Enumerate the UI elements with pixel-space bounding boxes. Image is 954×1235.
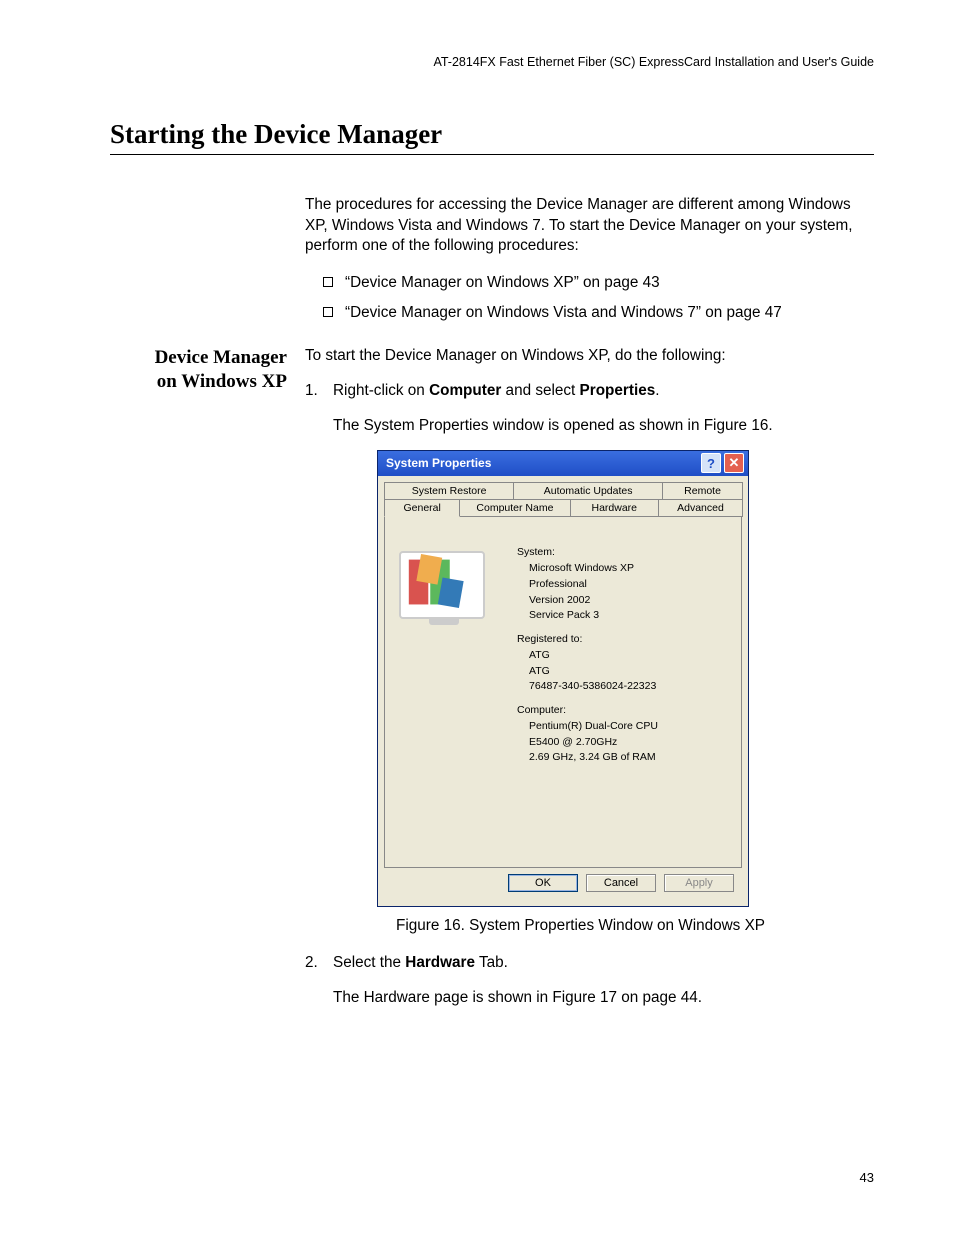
step-1: 1. Right-click on Computer and select Pr… — [305, 381, 874, 402]
bullet-text: “Device Manager on Windows XP” on page 4… — [345, 271, 660, 295]
tab-general[interactable]: General — [384, 499, 460, 517]
system-info: System: Microsoft Windows XP Professiona… — [517, 537, 658, 766]
figure-16: System Properties ? ✕ System Restore Aut… — [377, 450, 874, 907]
system-label: System: — [517, 545, 658, 561]
section-heading: Device Manageron Windows XP — [110, 346, 305, 394]
tab-remote[interactable]: Remote — [662, 482, 743, 499]
page-title: Starting the Device Manager — [110, 119, 874, 155]
step-2: 2. Select the Hardware Tab. — [305, 953, 874, 974]
apply-button[interactable]: Apply — [664, 874, 734, 892]
tab-advanced[interactable]: Advanced — [658, 499, 743, 517]
help-icon[interactable]: ? — [701, 453, 721, 473]
window-titlebar[interactable]: System Properties ? ✕ — [378, 451, 748, 476]
close-icon[interactable]: ✕ — [724, 453, 744, 473]
list-item: “Device Manager on Windows XP” on page 4… — [323, 271, 874, 295]
step-1-result: The System Properties window is opened a… — [333, 416, 874, 437]
lead-in: To start the Device Manager on Windows X… — [305, 346, 874, 367]
tab-hardware[interactable]: Hardware — [570, 499, 659, 517]
registered-label: Registered to: — [517, 632, 658, 648]
step-2-result: The Hardware page is shown in Figure 17 … — [333, 988, 874, 1009]
bullet-text: “Device Manager on Windows Vista and Win… — [345, 301, 782, 325]
tab-automatic-updates[interactable]: Automatic Updates — [513, 482, 663, 499]
intro-paragraph: The procedures for accessing the Device … — [305, 195, 874, 257]
list-item: “Device Manager on Windows Vista and Win… — [323, 301, 874, 325]
running-head: AT-2814FX Fast Ethernet Fiber (SC) Expre… — [110, 55, 874, 69]
ok-button[interactable]: OK — [508, 874, 578, 892]
system-properties-window: System Properties ? ✕ System Restore Aut… — [377, 450, 749, 907]
page-number: 43 — [860, 1170, 874, 1185]
cancel-button[interactable]: Cancel — [586, 874, 656, 892]
window-title: System Properties — [386, 456, 491, 470]
figure-caption: Figure 16. System Properties Window on W… — [287, 917, 874, 935]
tab-computer-name[interactable]: Computer Name — [459, 499, 570, 517]
tab-system-restore[interactable]: System Restore — [384, 482, 514, 499]
computer-label: Computer: — [517, 703, 658, 719]
bullet-icon — [323, 277, 333, 287]
bullet-icon — [323, 307, 333, 317]
computer-icon — [399, 537, 489, 766]
